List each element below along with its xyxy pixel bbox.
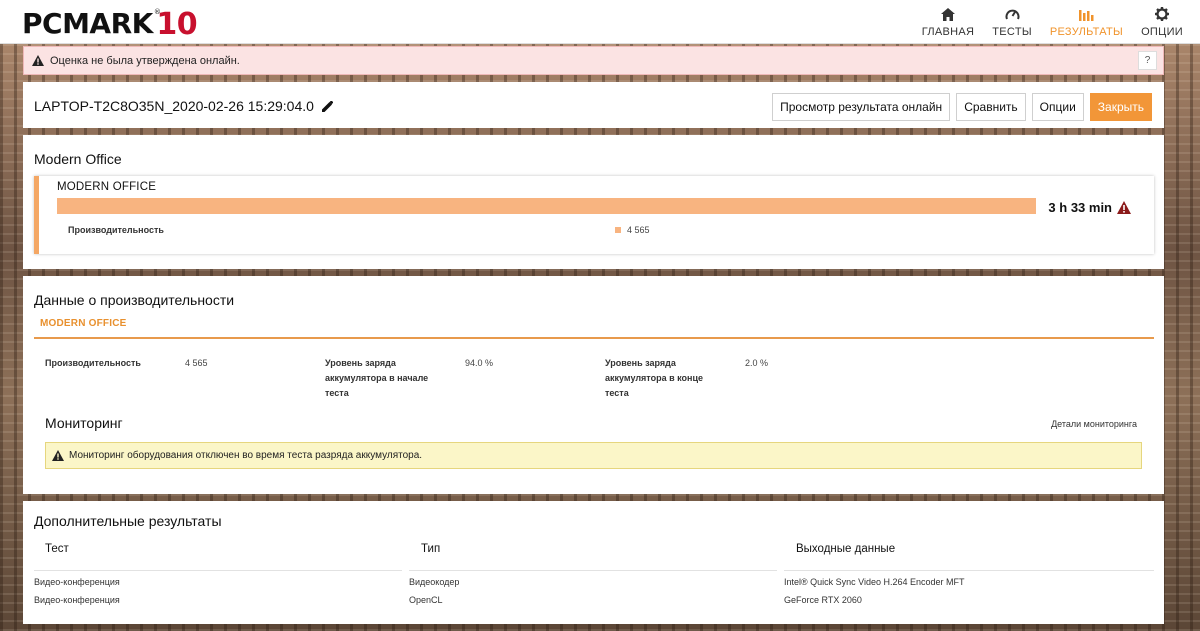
column-header-output: Выходные данные: [796, 543, 896, 555]
kv-battery-end-label: Уровень заряда аккумулятора в конце тест…: [605, 358, 703, 398]
table-cell-output: Intel® Quick Sync Video H.264 Encoder MF…: [784, 577, 965, 587]
kv-performance-label: Производительность: [45, 358, 141, 368]
legend-square: [615, 227, 621, 233]
gear-icon: [1155, 7, 1170, 21]
monitoring-heading: Мониторинг: [45, 415, 123, 431]
column-header-type: Тип: [421, 543, 441, 555]
kv-battery-start-value: 94.0 %: [465, 358, 494, 368]
nav-results[interactable]: РЕЗУЛЬТАТЫ: [1041, 0, 1132, 44]
kv-battery-start-label: Уровень заряда аккумулятора в начале тес…: [325, 358, 429, 398]
performance-label: Производительность: [68, 225, 164, 235]
result-title: LAPTOP-T2C8O35N_2020-02-26 15:29:04.0: [34, 98, 333, 114]
app-logo: PCMARK ® 10: [22, 7, 198, 42]
nav-tests[interactable]: ТЕСТЫ: [983, 0, 1041, 44]
modern-office-heading: Modern Office: [34, 151, 122, 167]
home-icon: [941, 8, 955, 21]
options-button[interactable]: Опции: [1031, 93, 1084, 121]
top-bar: PCMARK ® 10 ГЛАВНАЯ ТЕСТЫ РЕЗУЛЬТАТЫ ОПЦ…: [0, 0, 1200, 44]
bar-chart-icon: [1078, 10, 1094, 21]
warning-icon: [32, 55, 44, 66]
table-cell-type: OpenCL: [409, 595, 443, 605]
validation-alert: Оценка не была утверждена онлайн. ?: [23, 46, 1164, 75]
performance-value: 4 565: [615, 225, 650, 235]
table-cell-test: Видео-конференция: [34, 577, 120, 587]
edit-pencil-icon[interactable]: [321, 100, 333, 112]
logo-main: PCMARK: [22, 7, 153, 40]
nav-home-label: ГЛАВНАЯ: [921, 26, 975, 38]
nav-tests-label: ТЕСТЫ: [992, 26, 1032, 38]
nav-home[interactable]: ГЛАВНАЯ: [913, 0, 984, 44]
result-title-text: LAPTOP-T2C8O35N_2020-02-26 15:29:04.0: [34, 98, 314, 114]
warning-triangle-icon: [1117, 201, 1131, 214]
battery-life-bar: [57, 198, 1036, 214]
table-cell-type: Видеокодер: [409, 577, 460, 587]
monitoring-warning-text: Мониторинг оборудования отключен во врем…: [69, 450, 423, 461]
result-actions: Просмотр результата онлайн Сравнить Опци…: [772, 93, 1152, 121]
view-online-button[interactable]: Просмотр результата онлайн: [772, 93, 951, 121]
main-nav: ГЛАВНАЯ ТЕСТЫ РЕЗУЛЬТАТЫ ОПЦИИ: [913, 0, 1192, 44]
column-divider: [784, 570, 1154, 571]
table-cell-output: GeForce RTX 2060: [784, 595, 862, 605]
battery-life-text: 3 h 33 min: [1048, 200, 1112, 215]
battery-life-value: 3 h 33 min: [1048, 200, 1131, 215]
kv-battery-end-value: 2.0 %: [745, 358, 769, 368]
monitoring-details-link[interactable]: Детали мониторинга: [1051, 419, 1137, 429]
modern-office-card-title: MODERN OFFICE: [57, 181, 157, 193]
kv-performance-value: 4 565: [185, 358, 208, 368]
alert-text: Оценка не была утверждена онлайн.: [50, 54, 240, 67]
perf-tab-bar: MODERN OFFICE: [34, 313, 1154, 339]
compare-button[interactable]: Сравнить: [956, 93, 1026, 121]
column-header-test: Тест: [45, 543, 69, 555]
column-divider: [34, 570, 402, 571]
table-cell-test: Видео-конференция: [34, 595, 120, 605]
nav-options-label: ОПЦИИ: [1141, 26, 1183, 38]
modern-office-card[interactable]: MODERN OFFICE 3 h 33 min Производительно…: [34, 176, 1154, 254]
column-divider: [409, 570, 777, 571]
gauge-icon: [1005, 9, 1020, 20]
nav-results-label: РЕЗУЛЬТАТЫ: [1049, 26, 1124, 38]
tab-modern-office[interactable]: MODERN OFFICE: [40, 318, 127, 329]
perf-data-heading: Данные о производительности: [34, 292, 235, 308]
close-button[interactable]: Закрыть: [1089, 93, 1152, 121]
warning-icon: [52, 450, 64, 461]
additional-results-heading: Дополнительные результаты: [34, 513, 222, 529]
performance-value-text: 4 565: [627, 225, 650, 235]
monitoring-warning: Мониторинг оборудования отключен во врем…: [45, 442, 1142, 469]
help-button[interactable]: ?: [1138, 51, 1157, 70]
nav-options[interactable]: ОПЦИИ: [1132, 0, 1192, 44]
logo-ten: 10: [156, 7, 198, 42]
